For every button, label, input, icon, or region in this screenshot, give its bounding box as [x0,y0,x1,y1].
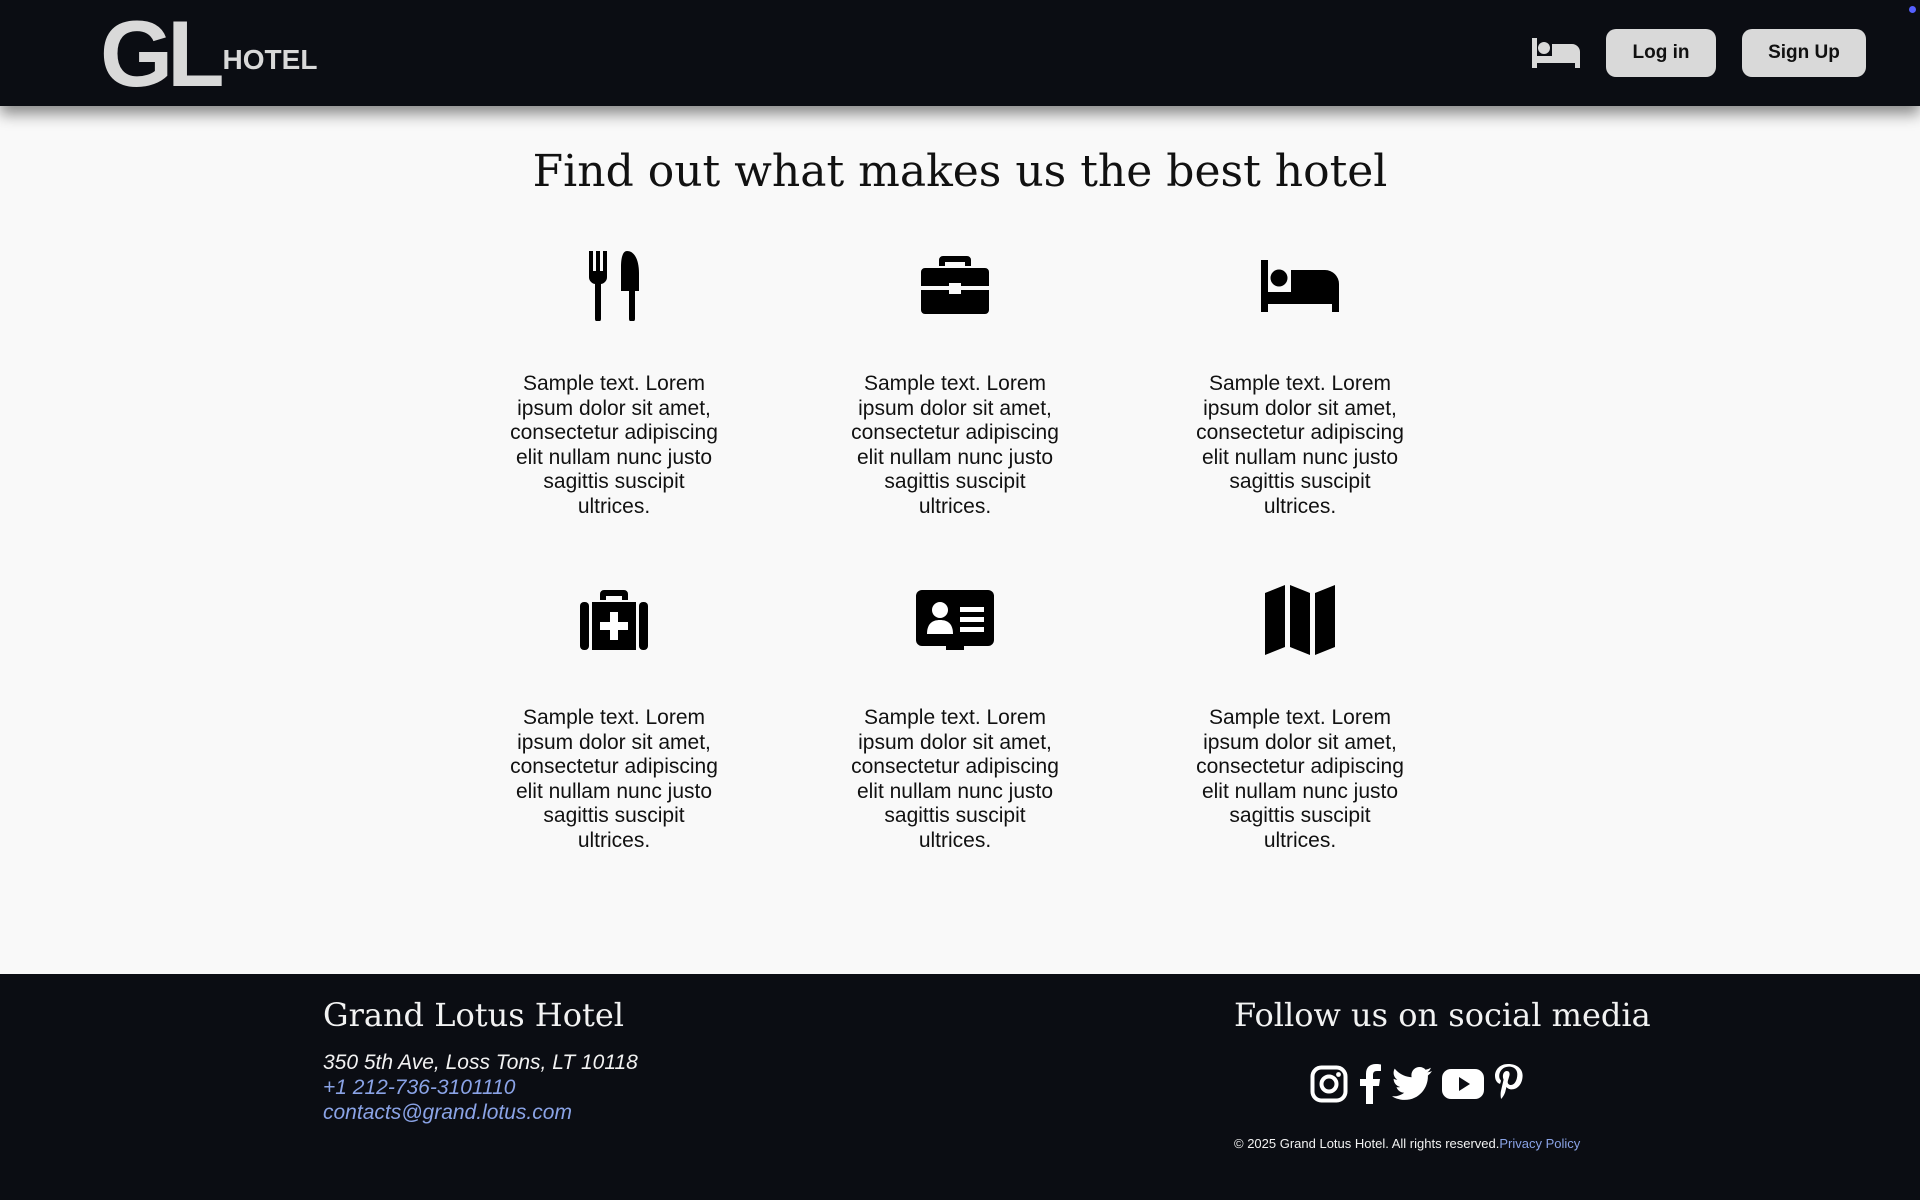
logo-sub-text: HOTEL [222,44,318,75]
feature-text: Sample text. Lorem ipsum dolor sit amet,… [851,706,1059,852]
logo-main-text: GL [100,1,225,106]
feature-text: Sample text. Lorem ipsum dolor sit amet,… [510,706,718,852]
logo[interactable]: GL HOTEL [100,1,318,106]
youtube-icon[interactable] [1442,1069,1484,1099]
bed-icon[interactable] [1532,36,1580,70]
facebook-icon[interactable] [1358,1064,1382,1104]
site-footer: Grand Lotus Hotel 350 5th Ave, Loss Tons… [0,974,1920,1200]
feature-text: Sample text. Lorem ipsum dolor sit amet,… [851,372,1059,518]
login-button[interactable]: Log in [1606,29,1716,77]
feature-item: Sample text. Lorem ipsum dolor sit amet,… [1195,248,1405,520]
briefcase-icon [921,255,989,321]
privacy-policy-link[interactable]: Privacy Policy [1499,1136,1580,1151]
contact-info: 350 5th Ave, Loss Tons, LT 10118 +1 212-… [323,1050,638,1125]
features-section: Find out what makes us the best hotel Sa… [0,106,1920,974]
social-icons [1310,1064,1524,1104]
copyright: © 2025 Grand Lotus Hotel. All rights res… [1234,1136,1580,1151]
feature-text: Sample text. Lorem ipsum dolor sit amet,… [510,372,718,518]
feature-item: Sample text. Lorem ipsum dolor sit amet,… [509,248,719,520]
page-title: Find out what makes us the best hotel [532,146,1388,197]
id-card-icon [916,589,994,655]
utensils-icon [587,250,641,326]
site-header: GL HOTEL Log in Sign Up [0,0,1920,106]
social-title: Follow us on social media [1234,996,1651,1034]
footer-hotel-name: Grand Lotus Hotel [323,996,624,1034]
feature-item: Sample text. Lorem ipsum dolor sit amet,… [850,248,1060,520]
bed-icon [1261,259,1339,317]
email-link[interactable]: contacts@grand.lotus.com [323,1100,638,1125]
feature-text: Sample text. Lorem ipsum dolor sit amet,… [1196,372,1404,518]
phone-link[interactable]: +1 212-736-3101110 [323,1075,638,1100]
twitter-icon[interactable] [1392,1067,1432,1101]
status-dot [1909,6,1916,13]
instagram-icon[interactable] [1310,1065,1348,1103]
signup-button[interactable]: Sign Up [1742,29,1866,77]
feature-item: Sample text. Lorem ipsum dolor sit amet,… [509,582,719,854]
pinterest-icon[interactable] [1494,1064,1524,1104]
feature-item: Sample text. Lorem ipsum dolor sit amet,… [1195,582,1405,854]
feature-text: Sample text. Lorem ipsum dolor sit amet,… [1196,706,1404,852]
address-text: 350 5th Ave, Loss Tons, LT 10118 [323,1051,638,1074]
medical-kit-icon [580,589,648,655]
feature-item: Sample text. Lorem ipsum dolor sit amet,… [850,582,1060,854]
map-icon [1265,584,1335,660]
copyright-text: © 2025 Grand Lotus Hotel. All rights res… [1234,1136,1500,1151]
